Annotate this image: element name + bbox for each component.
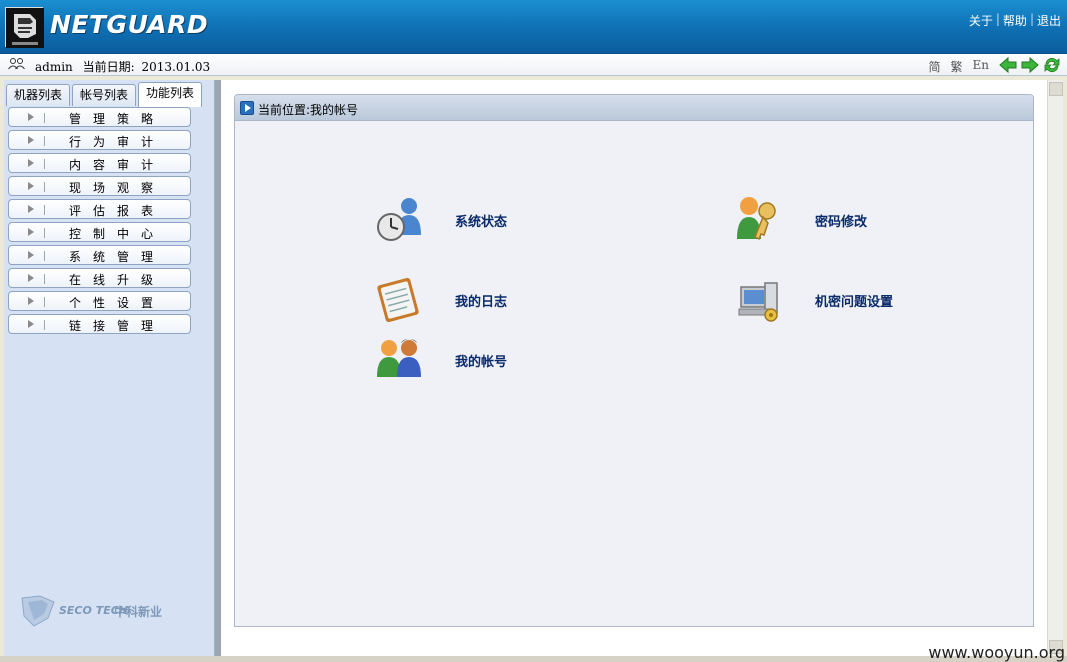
logo: [5, 7, 44, 48]
menu-item-label: 内容审计: [69, 158, 166, 172]
divider: |: [1029, 12, 1034, 26]
nav-buttons: [999, 56, 1061, 74]
expand-arrow-icon: [28, 136, 34, 144]
lang-simplified[interactable]: 简: [928, 58, 940, 75]
item-label: 机密问题设置: [815, 295, 894, 310]
menu-item-label: 现场观察: [69, 181, 166, 195]
expand-arrow-icon: [28, 320, 34, 328]
forward-arrow-icon[interactable]: [1021, 56, 1039, 74]
menu-item-label: 系统管理: [69, 250, 166, 264]
expand-arrow-icon: [28, 297, 34, 305]
my-log-item[interactable]: 我的日志: [375, 275, 575, 325]
expand-arrow-icon: [28, 113, 34, 121]
panel-header: 当前位置:我的帐号: [235, 95, 1033, 121]
current-date: 2013.01.03: [141, 60, 211, 74]
vertical-scrollbar[interactable]: [1047, 80, 1063, 656]
menu-item-label: 链接管理: [69, 319, 166, 333]
menu-item-reports[interactable]: 评估报表: [8, 199, 191, 219]
lang-traditional[interactable]: 繁: [950, 58, 962, 75]
sidebar: 机器列表 帐号列表 功能列表 管理策略 行为审计 内容审计 现场观察 评估报表 …: [4, 80, 215, 656]
menu-item-online-upgrade[interactable]: 在线升级: [8, 268, 191, 288]
username: admin: [35, 60, 73, 74]
item-label: 我的日志: [455, 295, 508, 310]
divider: |: [995, 12, 1000, 26]
menu-item-link-management[interactable]: 链接管理: [8, 314, 191, 334]
menu-item-live-view[interactable]: 现场观察: [8, 176, 191, 196]
menu-item-content-audit[interactable]: 内容审计: [8, 153, 191, 173]
about-link[interactable]: 关于: [969, 12, 993, 29]
menu-item-label: 控制中心: [69, 227, 166, 241]
users-icon: [377, 339, 421, 377]
expand-arrow-icon: [28, 205, 34, 213]
user-key-icon: [737, 197, 776, 241]
date-label: 当前日期:: [82, 60, 135, 74]
menu-item-behavior-audit[interactable]: 行为审计: [8, 130, 191, 150]
tab-account-list[interactable]: 帐号列表: [72, 84, 136, 106]
back-arrow-icon[interactable]: [999, 56, 1017, 74]
location-icon: [240, 101, 254, 115]
change-password-item[interactable]: 密码修改: [735, 195, 935, 245]
refresh-icon[interactable]: [1043, 56, 1061, 74]
shield-logo-icon: [21, 595, 55, 627]
expand-arrow-icon: [28, 159, 34, 167]
expand-arrow-icon: [28, 274, 34, 282]
expand-arrow-icon: [28, 182, 34, 190]
breadcrumb: 当前位置:我的帐号: [258, 103, 359, 117]
menu-item-label: 在线升级: [69, 273, 166, 287]
item-label: 我的帐号: [455, 355, 508, 370]
clock-user-icon: [377, 198, 421, 241]
menu-item-personal-settings[interactable]: 个性设置: [8, 291, 191, 311]
menu-item-label: 个性设置: [69, 296, 166, 310]
language-switcher: 简 繁 En: [928, 58, 989, 75]
menu-item-control-center[interactable]: 控制中心: [8, 222, 191, 242]
content-panel: 当前位置:我的帐号 系统状态 密码修改 我的日志 机密问题设置 我的帐号: [234, 94, 1034, 627]
notepad-icon: [377, 277, 419, 323]
top-links: 关于 | 帮助 | 退出: [969, 12, 1061, 29]
security-question-item[interactable]: 机密问题设置: [735, 275, 935, 325]
info-bar: admin 当前日期: 2013.01.03 简 繁 En: [0, 54, 1067, 76]
brand-chinese: 中科新业: [114, 605, 163, 619]
expand-arrow-icon: [28, 228, 34, 236]
help-link[interactable]: 帮助: [1003, 12, 1027, 29]
users-icon: [8, 58, 25, 70]
my-account-item[interactable]: 我的帐号: [375, 335, 575, 385]
expand-arrow-icon: [28, 251, 34, 259]
function-menu: 管理策略 行为审计 内容审计 现场观察 评估报表 控制中心 系统管理 在线升级: [8, 107, 191, 337]
main-content: 当前位置:我的帐号 系统状态 密码修改 我的日志 机密问题设置 我的帐号: [221, 80, 1047, 656]
watermark: www.wooyun.org: [928, 643, 1065, 662]
company-brand: SECO TECH 中科新业: [18, 594, 168, 628]
tab-machine-list[interactable]: 机器列表: [6, 84, 70, 106]
app-title: NETGUARD: [50, 10, 209, 39]
menu-item-system-admin[interactable]: 系统管理: [8, 245, 191, 265]
lang-english[interactable]: En: [973, 58, 990, 75]
menu-item-policy[interactable]: 管理策略: [8, 107, 191, 127]
window-bottom-border: [0, 656, 1067, 662]
item-label: 系统状态: [455, 215, 508, 230]
logout-link[interactable]: 退出: [1037, 12, 1061, 29]
item-label: 密码修改: [815, 215, 868, 230]
menu-item-label: 行为审计: [69, 135, 166, 149]
system-status-item[interactable]: 系统状态: [375, 195, 575, 245]
scroll-up-button[interactable]: [1049, 82, 1063, 96]
tab-function-list[interactable]: 功能列表: [138, 82, 202, 107]
menu-item-label: 评估报表: [69, 204, 166, 218]
app-header: NETGUARD 关于 | 帮助 | 退出: [0, 0, 1067, 54]
computer-settings-icon: [738, 282, 778, 322]
user-info: admin 当前日期: 2013.01.03: [35, 58, 210, 75]
menu-item-label: 管理策略: [69, 112, 166, 126]
sidebar-tabs: 机器列表 帐号列表 功能列表: [4, 82, 215, 107]
